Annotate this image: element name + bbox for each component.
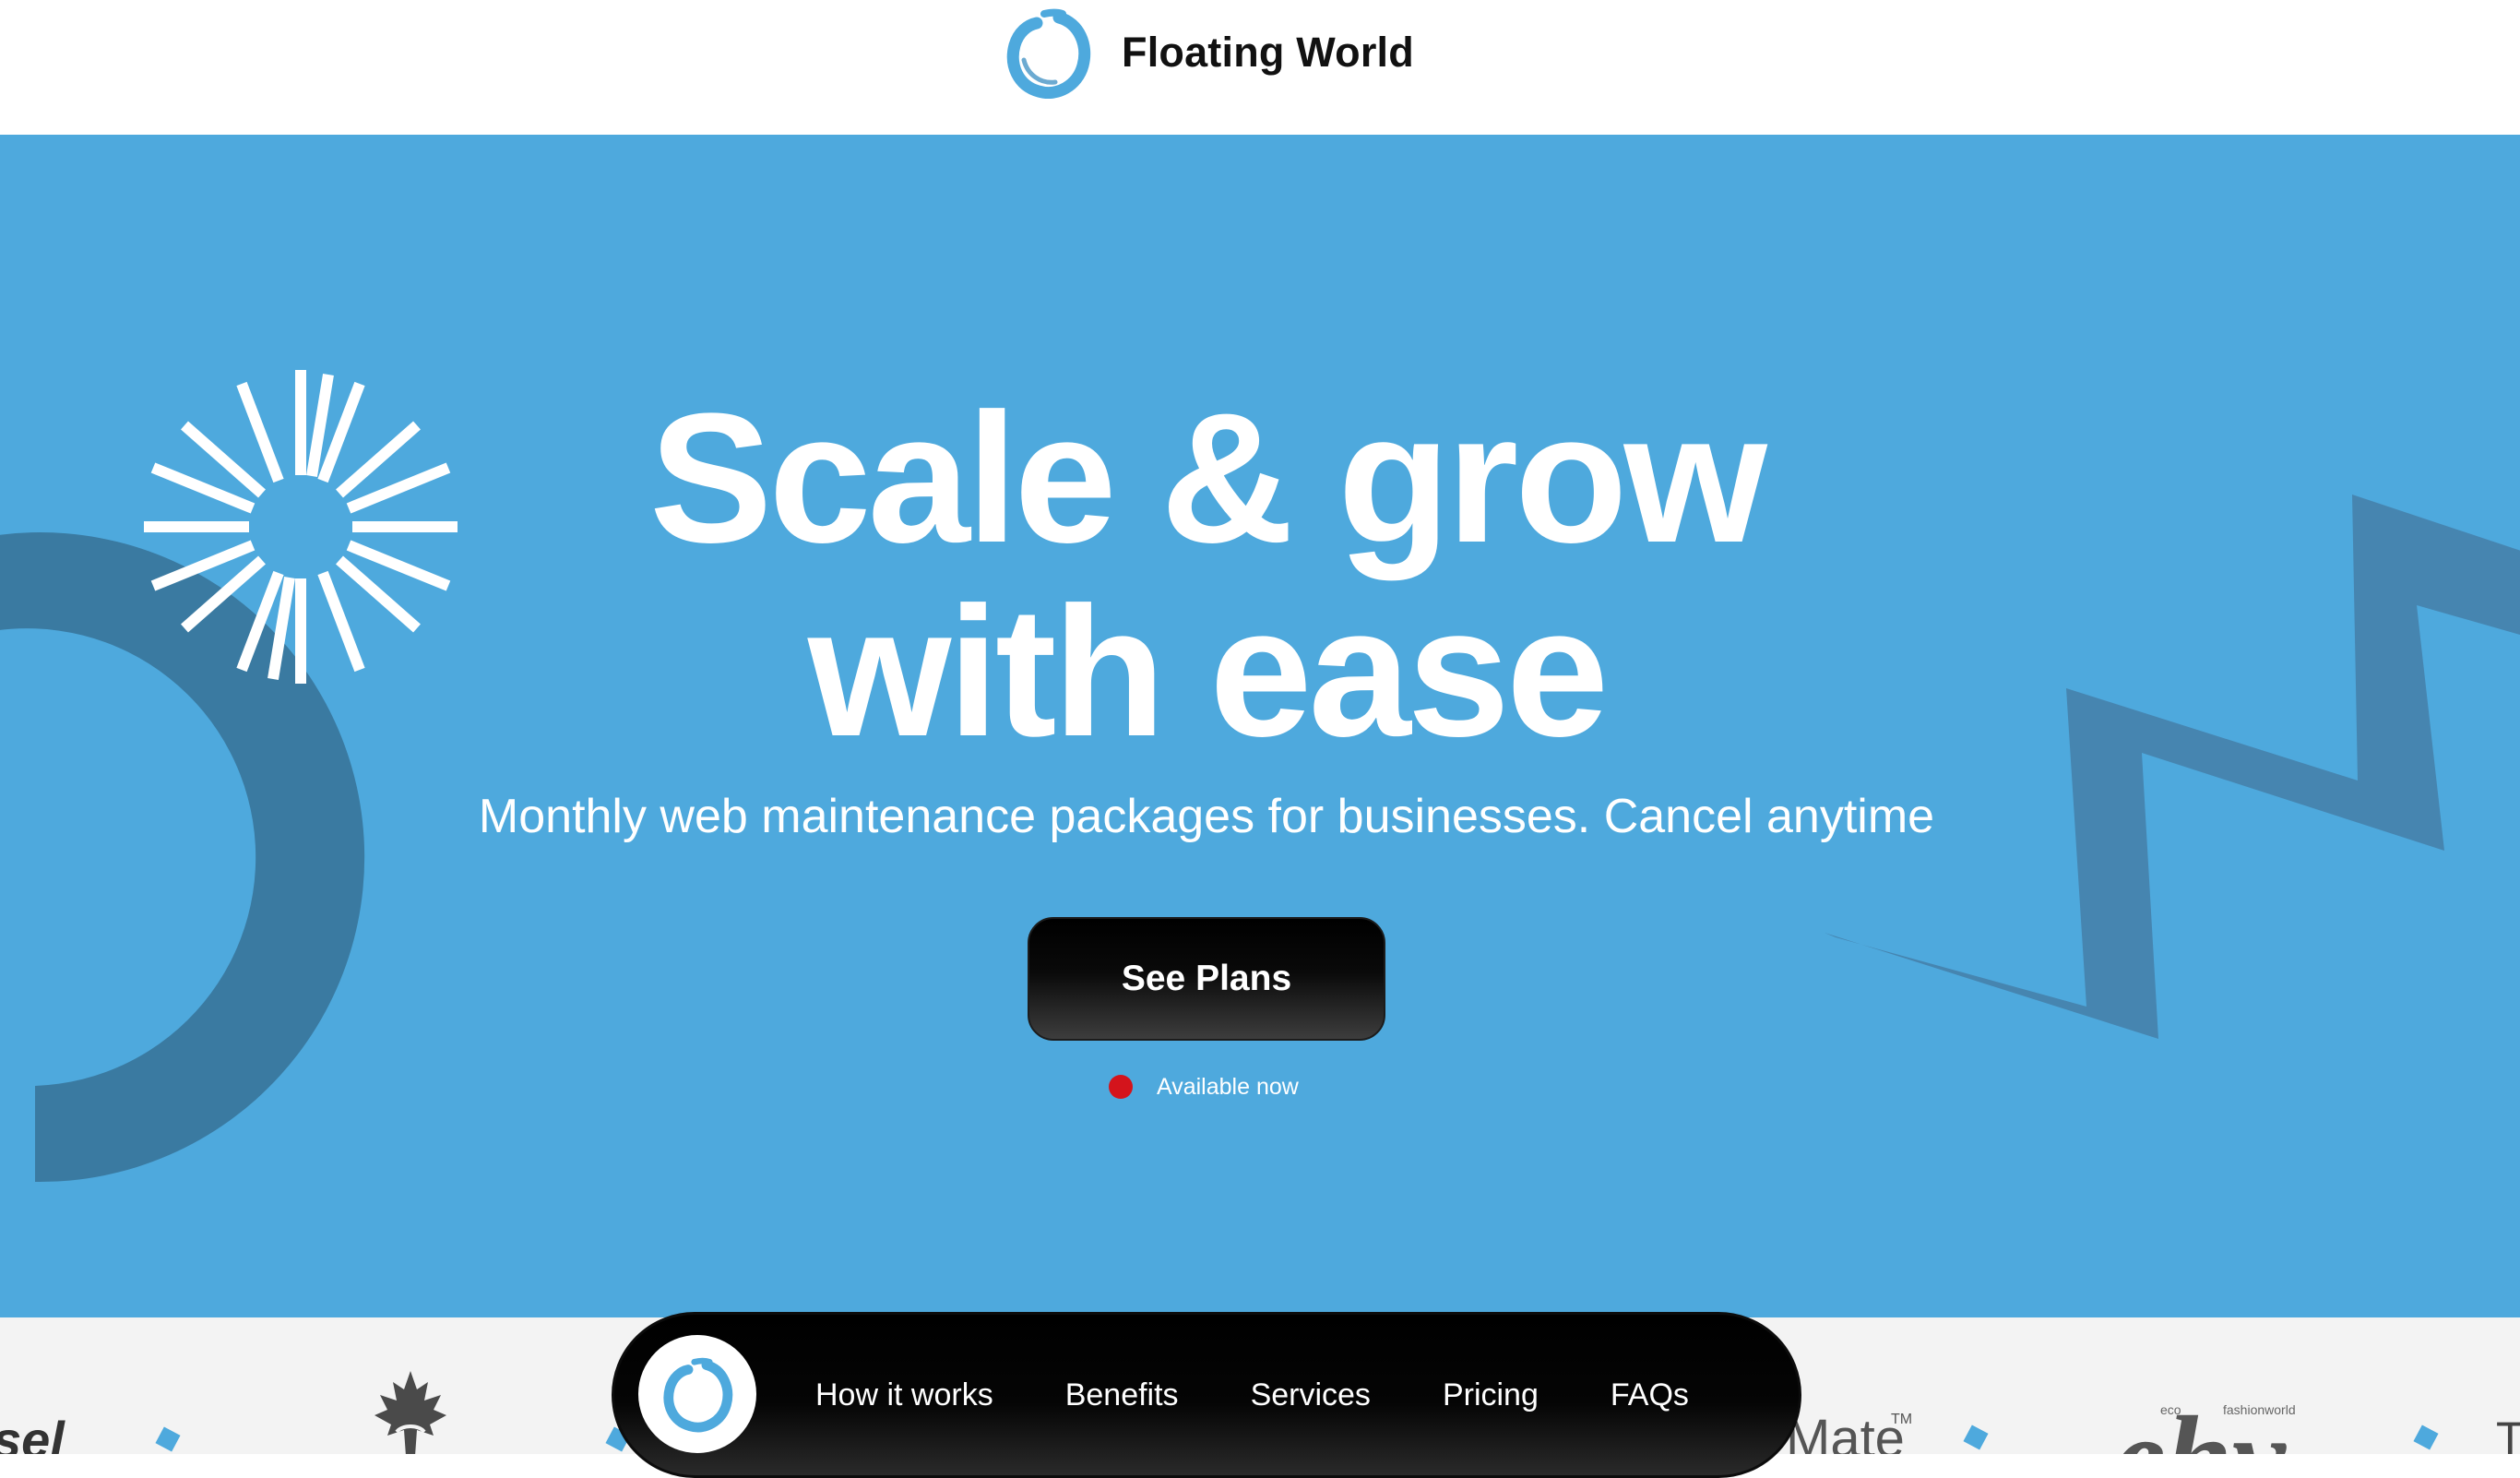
nav-link-pricing[interactable]: Pricing [1443, 1377, 1539, 1413]
diamond-icon [2413, 1424, 2439, 1450]
diamond-icon [155, 1426, 181, 1452]
client-logo-ehv: ehv [2112, 1389, 2286, 1454]
status-dot-icon [1109, 1075, 1133, 1099]
nav-links: How it works Benefits Services Pricing F… [815, 1363, 1689, 1427]
client-logo-mate: Mate [1786, 1409, 1905, 1454]
nav-link-benefits[interactable]: Benefits [1065, 1377, 1179, 1413]
client-logo-mate-tm: TM [1891, 1412, 1913, 1427]
nav-home-logo[interactable] [638, 1335, 756, 1453]
availability-text: Available now [1157, 1073, 1299, 1100]
availability-status: Available now [1109, 1070, 1299, 1103]
hero-subtitle: Monthly web maintenance packages for bus… [478, 790, 1935, 843]
enso-circle-icon [1006, 8, 1091, 99]
floating-nav: How it works Benefits Services Pricing F… [612, 1312, 1801, 1478]
diamond-icon [1963, 1424, 1989, 1450]
client-logo-ehv-eco: eco [2160, 1402, 2181, 1417]
nav-link-services[interactable]: Services [1251, 1377, 1371, 1413]
hero-title-line2: with ease [807, 569, 1609, 775]
maple-leaf-logo-icon [374, 1371, 446, 1454]
enso-circle-icon [663, 1357, 733, 1433]
see-plans-button[interactable]: See Plans [1028, 917, 1385, 1041]
brand-name: Floating World [1122, 29, 1414, 76]
nav-link-faqs[interactable]: FAQs [1611, 1377, 1689, 1413]
hero-title: Scale & grow with ease [0, 382, 2413, 769]
hero-section: Scale & grow with ease Monthly web maint… [0, 135, 2520, 1317]
client-logo-partial-t: T [2496, 1412, 2520, 1454]
site-header: Floating World [0, 0, 2520, 135]
client-logo-partial: sel [0, 1411, 65, 1454]
nav-link-how-it-works[interactable]: How it works [815, 1377, 993, 1413]
brand[interactable]: Floating World [1004, 4, 1414, 101]
client-logo-ehv-fashionworld: fashionworld [2223, 1402, 2296, 1417]
hero-title-line1: Scale & grow [649, 375, 1767, 581]
